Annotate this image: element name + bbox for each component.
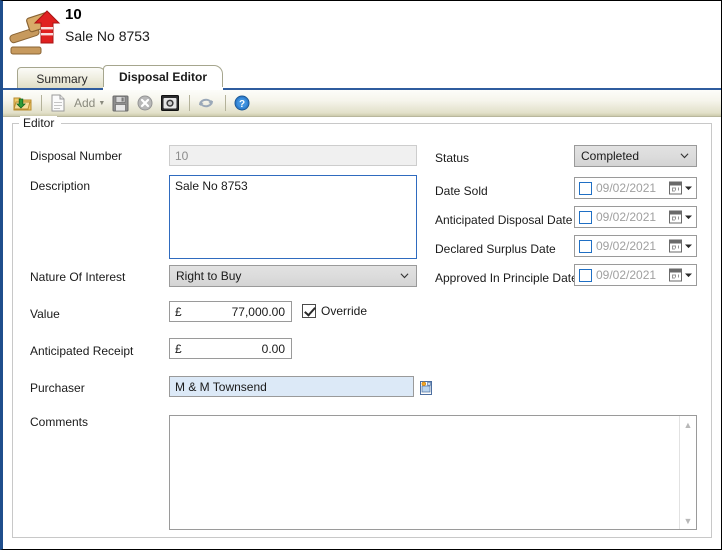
calendar-icon[interactable] — [669, 210, 682, 224]
comments-scrollbar[interactable]: ▲ ▼ — [679, 416, 696, 529]
calendar-icon[interactable] — [669, 239, 682, 253]
chevron-down-icon[interactable] — [684, 213, 693, 222]
comments-label: Comments — [30, 415, 89, 429]
declared-surplus-date-datepicker[interactable]: 09/02/2021 — [574, 235, 697, 257]
header-text-block: 10 Sale No 8753 — [65, 6, 150, 46]
anticipated-receipt-label: Anticipated Receipt — [30, 344, 134, 358]
page-subtitle: Sale No 8753 — [65, 28, 150, 44]
toolbar-separator-2 — [189, 95, 191, 111]
gavel-up-arrow-icon — [7, 3, 65, 59]
date-sold-label: Date Sold — [435, 184, 488, 198]
purchaser-label: Purchaser — [30, 381, 85, 395]
add-button-label: Add — [74, 96, 96, 110]
tab-disposal-editor[interactable]: Disposal Editor — [103, 65, 223, 89]
new-document-icon[interactable] — [47, 93, 69, 114]
override-label: Override — [321, 304, 368, 318]
value-amount: 77,000.00 — [231, 305, 285, 319]
scroll-down-arrow-icon[interactable]: ▼ — [680, 512, 697, 529]
tab-summary[interactable]: Summary — [17, 67, 107, 89]
anticipated-receipt-input[interactable]: £0.00 — [169, 338, 292, 359]
groupbox-border-left-segment — [12, 123, 19, 124]
open-folder-icon[interactable] — [11, 93, 33, 114]
nature-of-interest-select[interactable]: Right to Buy — [169, 265, 417, 287]
description-label: Description — [30, 179, 91, 193]
scroll-up-arrow-icon[interactable]: ▲ — [680, 416, 697, 433]
date-sold-buttons[interactable] — [669, 181, 693, 195]
anticipated-disposal-date-buttons[interactable] — [669, 210, 693, 224]
comments-textarea[interactable]: ▲ ▼ — [169, 415, 697, 530]
status-label: Status — [435, 151, 470, 165]
approved-in-principle-date-datepicker[interactable]: 09/02/2021 — [574, 264, 697, 286]
anticipated-disposal-date-datepicker[interactable]: 09/02/2021 — [574, 206, 697, 228]
tab-underline-gap — [103, 87, 223, 90]
toolbar-separator-1 — [41, 95, 42, 111]
nature-of-interest-label: Nature Of Interest — [30, 270, 126, 284]
calendar-icon[interactable] — [669, 181, 682, 195]
disposal-number-input[interactable]: 10 — [169, 145, 417, 166]
editor-toolbar: Add ▼ ? — [3, 90, 721, 117]
svg-text:?: ? — [239, 99, 245, 110]
page-header: 10 Sale No 8753 — [3, 1, 721, 63]
disposal-number-label: Disposal Number — [30, 149, 123, 163]
tab-disposal-editor-label: Disposal Editor — [118, 70, 207, 84]
anticipated-disposal-date-value: 09/02/2021 — [596, 210, 657, 224]
chevron-down-icon — [680, 153, 689, 159]
purchaser-input[interactable]: M & M Townsend — [169, 376, 414, 397]
chevron-down-icon[interactable] — [684, 242, 693, 251]
refresh-icon[interactable] — [195, 93, 217, 114]
value-input[interactable]: £77,000.00 — [169, 301, 292, 322]
save-icon[interactable] — [109, 93, 131, 114]
approved-in-principle-date-buttons[interactable] — [669, 268, 693, 282]
anticipated-receipt-currency-symbol: £ — [175, 342, 182, 356]
help-icon[interactable]: ? — [231, 93, 253, 114]
nature-of-interest-value: Right to Buy — [176, 269, 242, 283]
description-textarea[interactable]: Sale No 8753 — [169, 175, 417, 259]
tab-strip: Summary Disposal Editor — [3, 65, 721, 89]
anticipated-receipt-amount: 0.00 — [261, 342, 285, 356]
approved-in-principle-date-value: 09/02/2021 — [596, 268, 657, 282]
value-label: Value — [30, 307, 60, 321]
approved-in-principle-date-checkbox[interactable] — [579, 268, 592, 282]
chevron-down-icon — [400, 273, 409, 279]
toolbar-separator-3 — [225, 95, 227, 111]
camera-icon[interactable] — [159, 93, 181, 114]
anticipated-disposal-date-label: Anticipated Disposal Date — [435, 213, 573, 227]
add-button[interactable]: Add ▼ — [74, 96, 105, 110]
override-checkbox[interactable] — [302, 304, 316, 318]
chevron-down-icon: ▼ — [98, 99, 106, 107]
calendar-icon[interactable] — [669, 268, 682, 282]
editor-groupbox-legend: Editor — [20, 116, 58, 130]
groupbox-border-right-segment — [61, 123, 712, 124]
override-checkbox-wrap[interactable]: Override — [302, 304, 367, 318]
date-sold-checkbox[interactable] — [579, 181, 592, 195]
delete-icon[interactable] — [134, 93, 156, 114]
disposal-editor-window: 10 Sale No 8753 Summary Disposal Editor — [0, 0, 722, 550]
chevron-down-icon[interactable] — [684, 184, 693, 193]
tab-summary-label: Summary — [36, 71, 88, 86]
anticipated-disposal-date-checkbox[interactable] — [579, 210, 592, 224]
declared-surplus-date-checkbox[interactable] — [579, 239, 592, 253]
approved-in-principle-date-label: Approved In Principle Date — [435, 271, 578, 285]
date-sold-datepicker[interactable]: 09/02/2021 — [574, 177, 697, 199]
status-value: Completed — [581, 149, 640, 163]
value-currency-symbol: £ — [175, 305, 182, 319]
document-lookup-icon[interactable] — [418, 380, 434, 396]
date-sold-value: 09/02/2021 — [596, 181, 657, 195]
declared-surplus-date-buttons[interactable] — [669, 239, 693, 253]
page-title: 10 — [65, 6, 82, 23]
declared-surplus-date-value: 09/02/2021 — [596, 239, 657, 253]
declared-surplus-date-label: Declared Surplus Date — [435, 242, 556, 256]
chevron-down-icon[interactable] — [684, 271, 693, 280]
status-select[interactable]: Completed — [574, 145, 697, 167]
